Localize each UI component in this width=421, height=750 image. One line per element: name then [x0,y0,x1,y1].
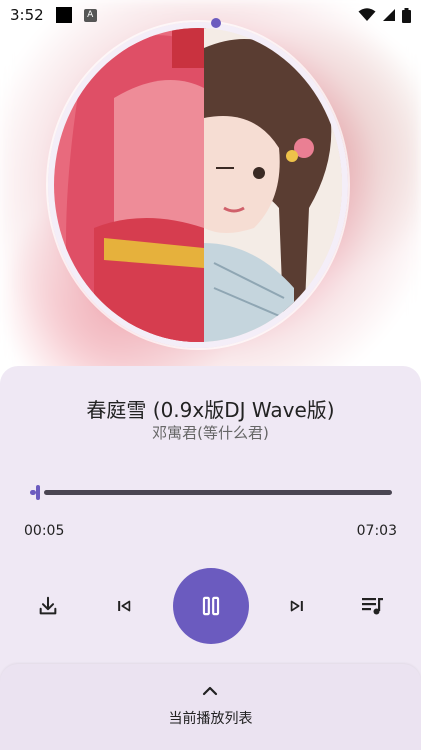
total-time: 07:03 [356,523,397,539]
song-title: 春庭雪 (0.9x版DJ Wave版) [86,398,335,422]
next-button[interactable] [283,592,311,620]
cellular-signal-icon [383,9,395,21]
album-art [48,22,348,348]
skip-next-icon [290,600,303,612]
notification-square-icon [55,7,72,23]
queue-label: 当前播放列表 [168,711,253,727]
playlist-button[interactable] [359,592,387,620]
seek-track [44,490,392,495]
download-icon [39,596,57,615]
ring-progress-dot [211,18,221,28]
download-button[interactable] [34,592,62,620]
seek-thumb[interactable] [36,485,40,500]
previous-button[interactable] [110,592,138,620]
current-time: 00:05 [24,523,65,539]
playback-controls [0,566,421,646]
seek-bar[interactable] [30,485,392,500]
chevron-up-icon [202,686,218,696]
album-illustration [54,28,342,342]
status-time: 3:52 [10,6,44,24]
a-badge-icon: A [83,8,97,22]
song-artist: 邓寓君(等什么君) [152,424,269,442]
skip-previous-icon [118,600,131,612]
player-panel: 春庭雪 (0.9x版DJ Wave版) 邓寓君(等什么君) 00:05 07:0… [0,366,421,750]
pause-button[interactable] [173,568,249,644]
status-icons [358,7,411,23]
battery-icon [402,7,411,23]
wifi-icon [358,8,376,21]
playlist-icon [362,598,383,615]
pause-icon [202,596,220,616]
queue-sheet-handle[interactable]: 当前播放列表 [0,664,421,750]
